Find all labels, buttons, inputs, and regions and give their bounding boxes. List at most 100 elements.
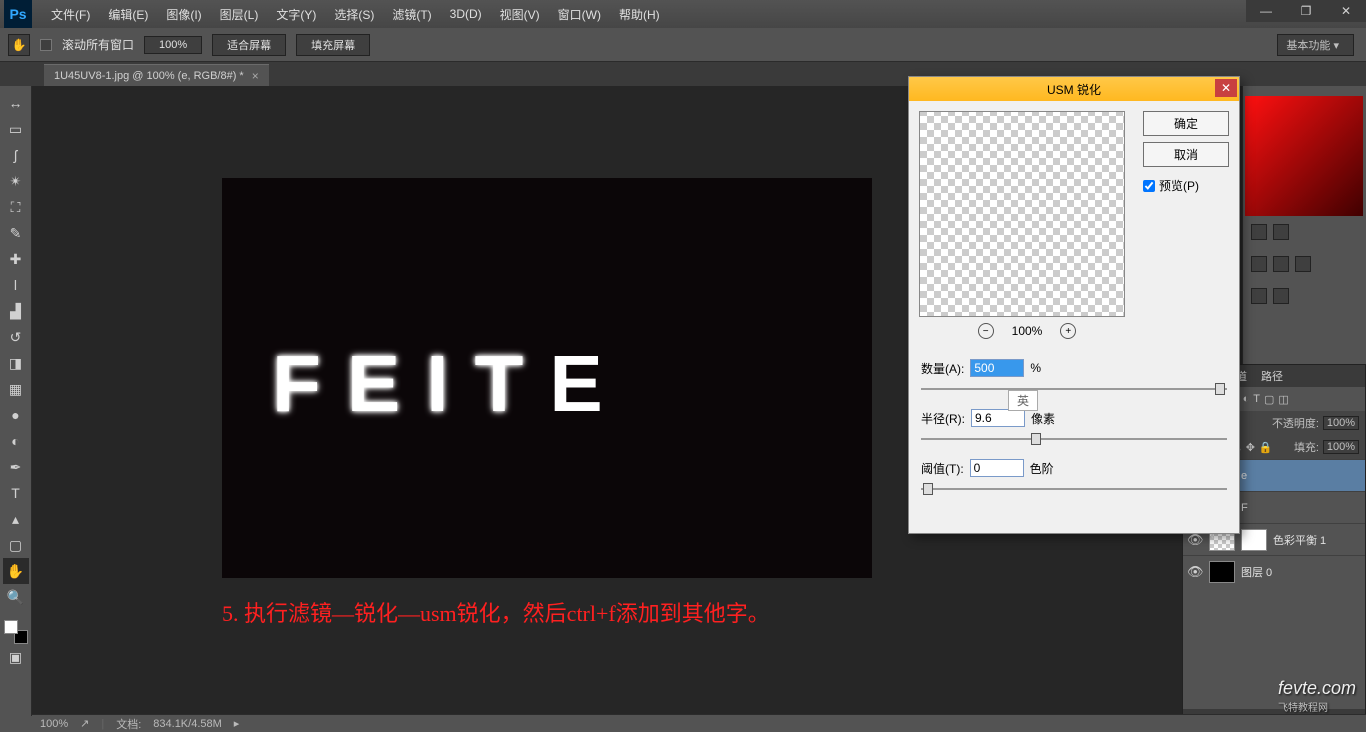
shape-tool[interactable]: ▢: [3, 532, 29, 558]
crop-tool[interactable]: ⛶: [3, 194, 29, 220]
zoom-out-icon[interactable]: −: [978, 323, 994, 339]
gradient-tool[interactable]: ▦: [3, 376, 29, 402]
tab-title: 1U45UV8-1.jpg @ 100% (e, RGB/8#) *: [54, 70, 244, 82]
layer-item[interactable]: 👁 图层 0: [1183, 555, 1365, 587]
fill-value[interactable]: 100%: [1323, 440, 1359, 454]
filter-type-icon[interactable]: T: [1253, 393, 1260, 405]
dodge-tool[interactable]: ◐: [3, 428, 29, 454]
tools-panel: ↔ ▭ ʃ ✴ ⛶ ✎ ✚ ǀ ▟ ↺ ◨ ▦ ● ◐ ✒ T ▴ ▢ ✋ 🔍 …: [0, 86, 32, 716]
move-tool[interactable]: ↔: [3, 90, 29, 116]
fit-screen-button[interactable]: 适合屏幕: [212, 34, 286, 56]
menu-filter[interactable]: 滤镜(T): [383, 6, 440, 23]
status-doc-label: 文档:: [116, 716, 141, 732]
filter-adj-icon[interactable]: ◐: [1243, 393, 1250, 405]
zoom-100-button[interactable]: 100%: [144, 36, 202, 54]
opacity-label: 不透明度:: [1272, 415, 1319, 431]
amount-input[interactable]: [970, 359, 1024, 377]
annotation-text: 5. 执行滤镜—锐化—usm锐化，然后ctrl+f添加到其他字。: [222, 596, 770, 631]
filter-shape-icon[interactable]: ▢: [1264, 393, 1274, 406]
usm-sharpen-dialog: USM 锐化 ✕ − 100% + 确定 取消 预览(P) 数量(A): % 英…: [908, 76, 1240, 534]
type-tool[interactable]: T: [3, 480, 29, 506]
amount-unit: %: [1030, 361, 1041, 375]
path-select-tool[interactable]: ▴: [3, 506, 29, 532]
tool-preset-icon[interactable]: ✋: [8, 34, 30, 56]
status-share-icon[interactable]: ↗: [80, 717, 89, 730]
scroll-all-label: 滚动所有窗口: [62, 36, 134, 53]
quickmask-toggle[interactable]: ▣: [3, 644, 29, 670]
stamp-tool[interactable]: ▟: [3, 298, 29, 324]
dialog-close-icon[interactable]: ✕: [1215, 79, 1237, 97]
swatch-icon[interactable]: [1295, 256, 1311, 272]
visibility-icon[interactable]: 👁: [1187, 564, 1203, 580]
fill-screen-button[interactable]: 填充屏幕: [296, 34, 370, 56]
dialog-titlebar[interactable]: USM 锐化 ✕: [909, 77, 1239, 101]
eraser-tool[interactable]: ◨: [3, 350, 29, 376]
pen-tool[interactable]: ✒: [3, 454, 29, 480]
zoom-tool[interactable]: 🔍: [3, 584, 29, 610]
window-restore[interactable]: ❐: [1286, 0, 1326, 22]
menu-help[interactable]: 帮助(H): [610, 6, 669, 23]
tab-close-icon[interactable]: ×: [252, 69, 259, 83]
window-minimize[interactable]: —: [1246, 0, 1286, 22]
channels-icon[interactable]: [1251, 256, 1267, 272]
paths-icon[interactable]: [1273, 256, 1289, 272]
styles-icon[interactable]: [1273, 224, 1289, 240]
document-canvas[interactable]: F E I T E: [222, 178, 872, 578]
preview-box[interactable]: [919, 111, 1125, 317]
menubar: Ps 文件(F) 编辑(E) 图像(I) 图层(L) 文字(Y) 选择(S) 滤…: [0, 0, 1366, 28]
document-tab[interactable]: 1U45UV8-1.jpg @ 100% (e, RGB/8#) * ×: [44, 64, 269, 86]
menu-image[interactable]: 图像(I): [157, 6, 210, 23]
layer-mask-thumb: [1241, 529, 1267, 551]
menu-window[interactable]: 窗口(W): [549, 6, 610, 23]
workspace-selector[interactable]: 基本功能 ▾: [1277, 34, 1354, 56]
eyedropper-tool[interactable]: ✎: [3, 220, 29, 246]
status-bar: 100% ↗ | 文档: 834.1K/4.58M ▸: [32, 714, 1366, 732]
brush-tool[interactable]: ǀ: [3, 272, 29, 298]
filter-smart-icon[interactable]: ◫: [1278, 393, 1288, 406]
layer-name: 图层 0: [1241, 564, 1272, 580]
threshold-slider[interactable]: [921, 479, 1227, 499]
foreground-color-swatch[interactable]: [4, 620, 18, 634]
layer-name: F: [1241, 502, 1248, 514]
hand-tool[interactable]: ✋: [3, 558, 29, 584]
opacity-value[interactable]: 100%: [1323, 416, 1359, 430]
history-icon[interactable]: [1251, 288, 1267, 304]
paths-tab[interactable]: 路径: [1261, 368, 1283, 384]
color-panel[interactable]: [1245, 96, 1363, 216]
status-zoom[interactable]: 100%: [40, 718, 68, 730]
heal-tool[interactable]: ✚: [3, 246, 29, 272]
menu-edit[interactable]: 编辑(E): [99, 6, 157, 23]
window-close[interactable]: ✕: [1326, 0, 1366, 22]
menu-file[interactable]: 文件(F): [42, 6, 99, 23]
layer-name: 色彩平衡 1: [1273, 532, 1326, 548]
ok-button[interactable]: 确定: [1143, 111, 1229, 136]
blur-tool[interactable]: ●: [3, 402, 29, 428]
canvas-text: F E I T E: [272, 338, 621, 430]
lock-position-icon[interactable]: ✥: [1246, 441, 1255, 454]
menu-layer[interactable]: 图层(L): [211, 6, 268, 23]
amount-slider[interactable]: [921, 379, 1227, 399]
lock-all-icon[interactable]: 🔒: [1259, 441, 1273, 454]
zoom-in-icon[interactable]: +: [1060, 323, 1076, 339]
history-brush-tool[interactable]: ↺: [3, 324, 29, 350]
radius-label: 半径(R):: [921, 410, 965, 427]
menu-select[interactable]: 选择(S): [325, 6, 383, 23]
menu-view[interactable]: 视图(V): [491, 6, 549, 23]
lasso-tool[interactable]: ʃ: [3, 142, 29, 168]
cancel-button[interactable]: 取消: [1143, 142, 1229, 167]
wand-tool[interactable]: ✴: [3, 168, 29, 194]
marquee-tool[interactable]: ▭: [3, 116, 29, 142]
ime-indicator: 英: [1008, 390, 1038, 411]
threshold-label: 阈值(T):: [921, 460, 964, 477]
actions-icon[interactable]: [1273, 288, 1289, 304]
radius-input[interactable]: [971, 409, 1025, 427]
menu-type[interactable]: 文字(Y): [267, 6, 325, 23]
scroll-all-checkbox[interactable]: [40, 39, 52, 51]
radius-slider[interactable]: [921, 429, 1227, 449]
color-swatches[interactable]: [4, 620, 28, 644]
adjustments-icon[interactable]: [1251, 224, 1267, 240]
preview-checkbox[interactable]: [1143, 180, 1155, 192]
threshold-input[interactable]: [970, 459, 1024, 477]
menu-3d[interactable]: 3D(D): [441, 7, 491, 21]
preview-zoom: 100%: [1012, 324, 1043, 338]
